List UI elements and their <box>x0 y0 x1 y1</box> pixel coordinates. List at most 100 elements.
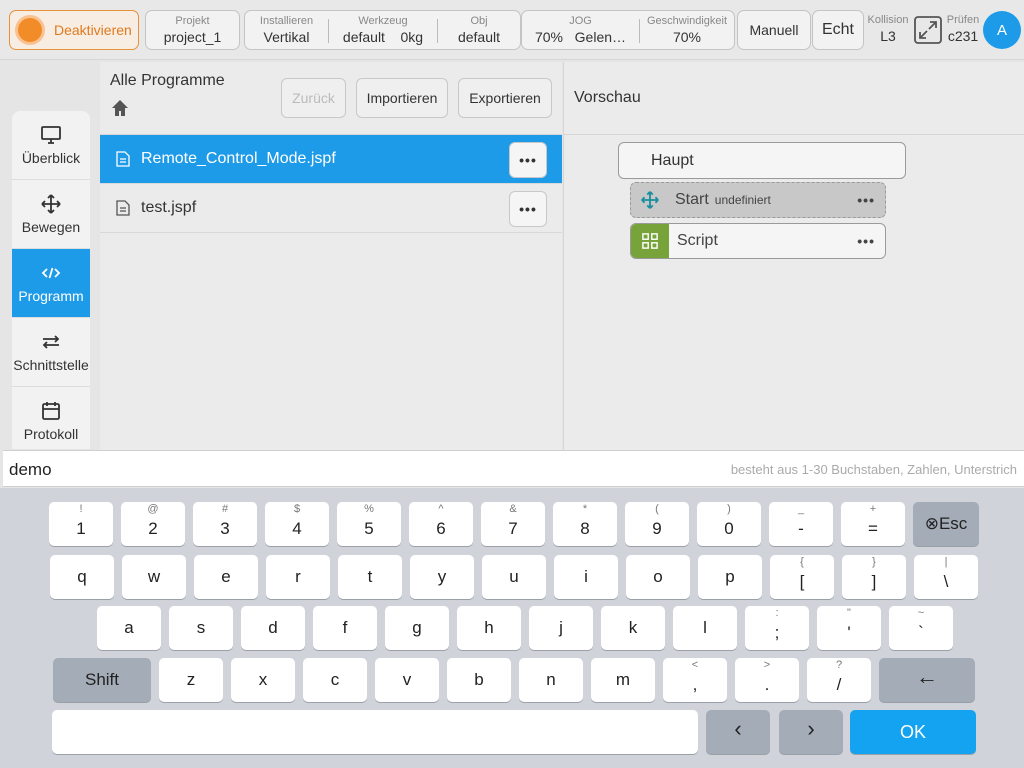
key-char: 9 <box>652 519 662 538</box>
key-row3-3[interactable]: f <box>313 606 377 650</box>
key-row3-11[interactable]: ~ ` <box>889 606 953 650</box>
key-row3-0[interactable]: a <box>97 606 161 650</box>
file-more-button[interactable]: ••• <box>509 142 547 178</box>
deactivate-button[interactable]: Deaktivieren <box>9 10 139 50</box>
key-cursor-left[interactable]: ‹ <box>706 710 770 754</box>
key-row2-1[interactable]: w <box>122 555 186 599</box>
speed-key: Geschwindigkeit <box>646 15 728 27</box>
key-row1-1[interactable]: @2 <box>121 502 185 546</box>
key-row3-8[interactable]: l <box>673 606 737 650</box>
key-row3-2[interactable]: d <box>241 606 305 650</box>
key-row3-1[interactable]: s <box>169 606 233 650</box>
key-row4-9[interactable]: ? / <box>807 658 871 702</box>
script-block[interactable]: Script ••• <box>630 223 886 259</box>
project-selector[interactable]: Projekt project_1 <box>145 10 240 50</box>
key-row2-7[interactable]: i <box>554 555 618 599</box>
key-row1-6[interactable]: & 7 <box>481 502 545 546</box>
key-row2-9[interactable]: p <box>698 555 762 599</box>
name-input-value: demo <box>9 460 52 479</box>
key-row1-7[interactable]: * 8 <box>553 502 617 546</box>
program-root-node[interactable]: Haupt <box>618 142 906 179</box>
key-row2-5[interactable]: y <box>410 555 474 599</box>
key-row1-5[interactable]: ^ 6 <box>409 502 473 546</box>
key-row4-1[interactable]: x <box>231 658 295 702</box>
key-char: j <box>559 618 563 637</box>
key-row2-0[interactable]: q <box>50 555 114 599</box>
power-status-icon <box>18 18 42 42</box>
key-row1-11[interactable]: + = <box>841 502 905 546</box>
key-space[interactable] <box>52 710 698 754</box>
real-mode-button[interactable]: Echt <box>812 10 864 50</box>
key-shift-char: $ <box>293 503 301 515</box>
key-row3-7[interactable]: k <box>601 606 665 650</box>
start-block[interactable]: Start undefiniert ••• <box>630 182 886 218</box>
key-esc-label: ⊗Esc <box>924 514 968 533</box>
key-shift-char: < <box>691 659 699 671</box>
manual-mode-button[interactable]: Manuell <box>737 10 811 50</box>
key-row4-5[interactable]: n <box>519 658 583 702</box>
nav-item-label: Überblick <box>21 150 81 166</box>
swap-icon <box>42 335 60 349</box>
key-row1-8[interactable]: (9 <box>625 502 689 546</box>
key-row3-9[interactable]: :; <box>745 606 809 650</box>
name-input-hint: besteht aus 1-30 Buchstaben, Zahlen, Unt… <box>730 462 1017 477</box>
key-row2-6[interactable]: u <box>482 555 546 599</box>
key-row4-4[interactable]: b <box>447 658 511 702</box>
nav-item-interface[interactable]: Schnittstelle <box>12 318 90 387</box>
key-row1-3[interactable]: $4 <box>265 502 329 546</box>
key-ok[interactable]: OK <box>850 710 976 754</box>
key-esc[interactable]: ⊗Esc <box>913 502 979 546</box>
key-row4-7[interactable]: <, <box>663 658 727 702</box>
block-more-button[interactable]: ••• <box>857 192 875 208</box>
install-tool-obj-selector[interactable]: Installieren Vertikal Werkzeug default 0… <box>244 10 521 50</box>
install-key: Installieren <box>259 15 314 27</box>
key-row4-3[interactable]: v <box>375 658 439 702</box>
nav-item-log[interactable]: Protokoll <box>12 387 90 449</box>
check-indicator[interactable]: Prüfen c231 <box>944 14 982 44</box>
key-cursor-right[interactable]: › <box>779 710 843 754</box>
nav-item-overview[interactable]: Überblick <box>12 111 90 180</box>
key-char: f <box>342 618 348 637</box>
file-row[interactable]: Remote_Control_Mode.jspf ••• <box>100 135 562 184</box>
expand-icon[interactable] <box>914 16 942 44</box>
key-row3-10[interactable]: " ' <box>817 606 881 650</box>
name-input[interactable]: demo besteht aus 1-30 Buchstaben, Zahlen… <box>3 450 1024 487</box>
key-shift[interactable]: Shift <box>53 658 151 702</box>
nav-item-move[interactable]: Bewegen <box>12 180 90 249</box>
key-row2-10[interactable]: {[ <box>770 555 834 599</box>
nav-item-label: Protokoll <box>23 426 79 442</box>
key-row2-11[interactable]: }] <box>842 555 906 599</box>
key-row2-8[interactable]: o <box>626 555 690 599</box>
home-icon[interactable] <box>110 98 130 118</box>
key-row2-3[interactable]: r <box>266 555 330 599</box>
key-row2-4[interactable]: t <box>338 555 402 599</box>
collision-indicator[interactable]: Kollision L3 <box>866 14 910 44</box>
key-row1-0[interactable]: ! 1 <box>49 502 113 546</box>
back-button[interactable]: Zurück <box>281 78 346 118</box>
key-row4-2[interactable]: c <box>303 658 367 702</box>
key-row1-9[interactable]: ) 0 <box>697 502 761 546</box>
import-button[interactable]: Importieren <box>356 78 448 118</box>
file-more-button[interactable]: ••• <box>509 191 547 227</box>
key-row2-12[interactable]: | \ <box>914 555 978 599</box>
key-row2-2[interactable]: e <box>194 555 258 599</box>
jog-speed-selector[interactable]: JOG 70% Gelen… Geschwindigkeit 70% <box>521 10 735 50</box>
key-row4-8[interactable]: >. <box>735 658 799 702</box>
key-row4-0[interactable]: z <box>159 658 223 702</box>
nav-item-program[interactable]: Programm <box>12 249 90 318</box>
file-row[interactable]: test.jspf ••• <box>100 184 562 233</box>
key-row1-4[interactable]: % 5 <box>337 502 401 546</box>
export-button[interactable]: Exportieren <box>458 78 552 118</box>
key-shift-char: ! <box>79 503 83 515</box>
avatar[interactable]: A <box>983 11 1021 49</box>
key-row3-4[interactable]: g <box>385 606 449 650</box>
main-nav: Überblick Bewegen Programm Schnittstelle… <box>12 111 90 449</box>
key-row3-6[interactable]: j <box>529 606 593 650</box>
key-row4-6[interactable]: m <box>591 658 655 702</box>
key-row1-2[interactable]: #3 <box>193 502 257 546</box>
key-backspace[interactable]: ← <box>879 658 975 702</box>
key-row1-10[interactable]: _ - <box>769 502 833 546</box>
block-more-button[interactable]: ••• <box>857 233 875 249</box>
key-row3-5[interactable]: h <box>457 606 521 650</box>
tool-key: Werkzeug <box>358 15 408 27</box>
